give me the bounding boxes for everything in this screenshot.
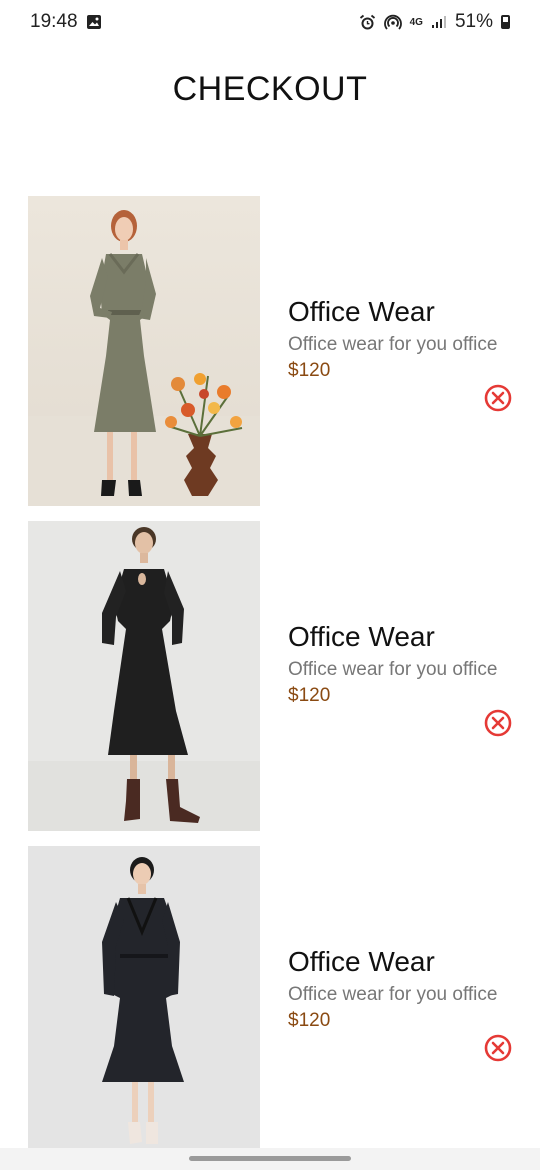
product-info: Office Wear Office wear for you office $… xyxy=(288,621,528,707)
product-name: Office Wear xyxy=(288,621,435,652)
product-price: $120 xyxy=(288,1010,331,1031)
remove-item-button[interactable] xyxy=(483,383,513,413)
hotspot-icon xyxy=(383,13,402,31)
product-description: Office wear for you office xyxy=(288,659,498,680)
cart-item: Office Wear Office wear for you office $… xyxy=(0,521,540,831)
status-time: 19:48 xyxy=(30,11,78,32)
network-type: 4G xyxy=(409,16,423,28)
network-label: 4G xyxy=(409,16,423,28)
product-info: Office Wear Office wear for you office $… xyxy=(288,946,528,1032)
home-gesture-handle[interactable] xyxy=(189,1156,351,1161)
product-image[interactable] xyxy=(28,846,260,1156)
product-image[interactable] xyxy=(28,521,260,831)
remove-item-button[interactable] xyxy=(483,708,513,738)
status-left: 19:48 xyxy=(30,11,102,33)
battery-percent: 51% xyxy=(454,11,493,32)
cart-item: Office Wear Office wear for you office $… xyxy=(0,196,540,506)
battery-icon xyxy=(501,15,510,29)
product-price: $120 xyxy=(288,360,331,381)
gallery-icon xyxy=(86,14,102,30)
status-right: 4G 51% xyxy=(359,11,510,33)
cart-item: Office Wear Office wear for you office $… xyxy=(0,846,540,1156)
product-price: $120 xyxy=(288,685,331,706)
product-image[interactable] xyxy=(28,196,260,506)
signal-icon xyxy=(431,15,447,29)
product-name: Office Wear xyxy=(288,296,435,327)
status-bar: 19:48 4G 51% xyxy=(0,0,540,44)
remove-circle-icon xyxy=(484,1034,512,1062)
alarm-icon xyxy=(359,14,376,31)
remove-circle-icon xyxy=(484,384,512,412)
remove-circle-icon xyxy=(484,709,512,737)
product-description: Office wear for you office xyxy=(288,984,498,1005)
product-name: Office Wear xyxy=(288,946,435,977)
remove-item-button[interactable] xyxy=(483,1033,513,1063)
system-nav-bar xyxy=(0,1148,540,1170)
product-info: Office Wear Office wear for you office $… xyxy=(288,296,528,382)
product-description: Office wear for you office xyxy=(288,334,498,355)
cart-product-list: Office Wear Office wear for you office $… xyxy=(0,196,540,1171)
page-title: CHECKOUT xyxy=(172,70,368,108)
